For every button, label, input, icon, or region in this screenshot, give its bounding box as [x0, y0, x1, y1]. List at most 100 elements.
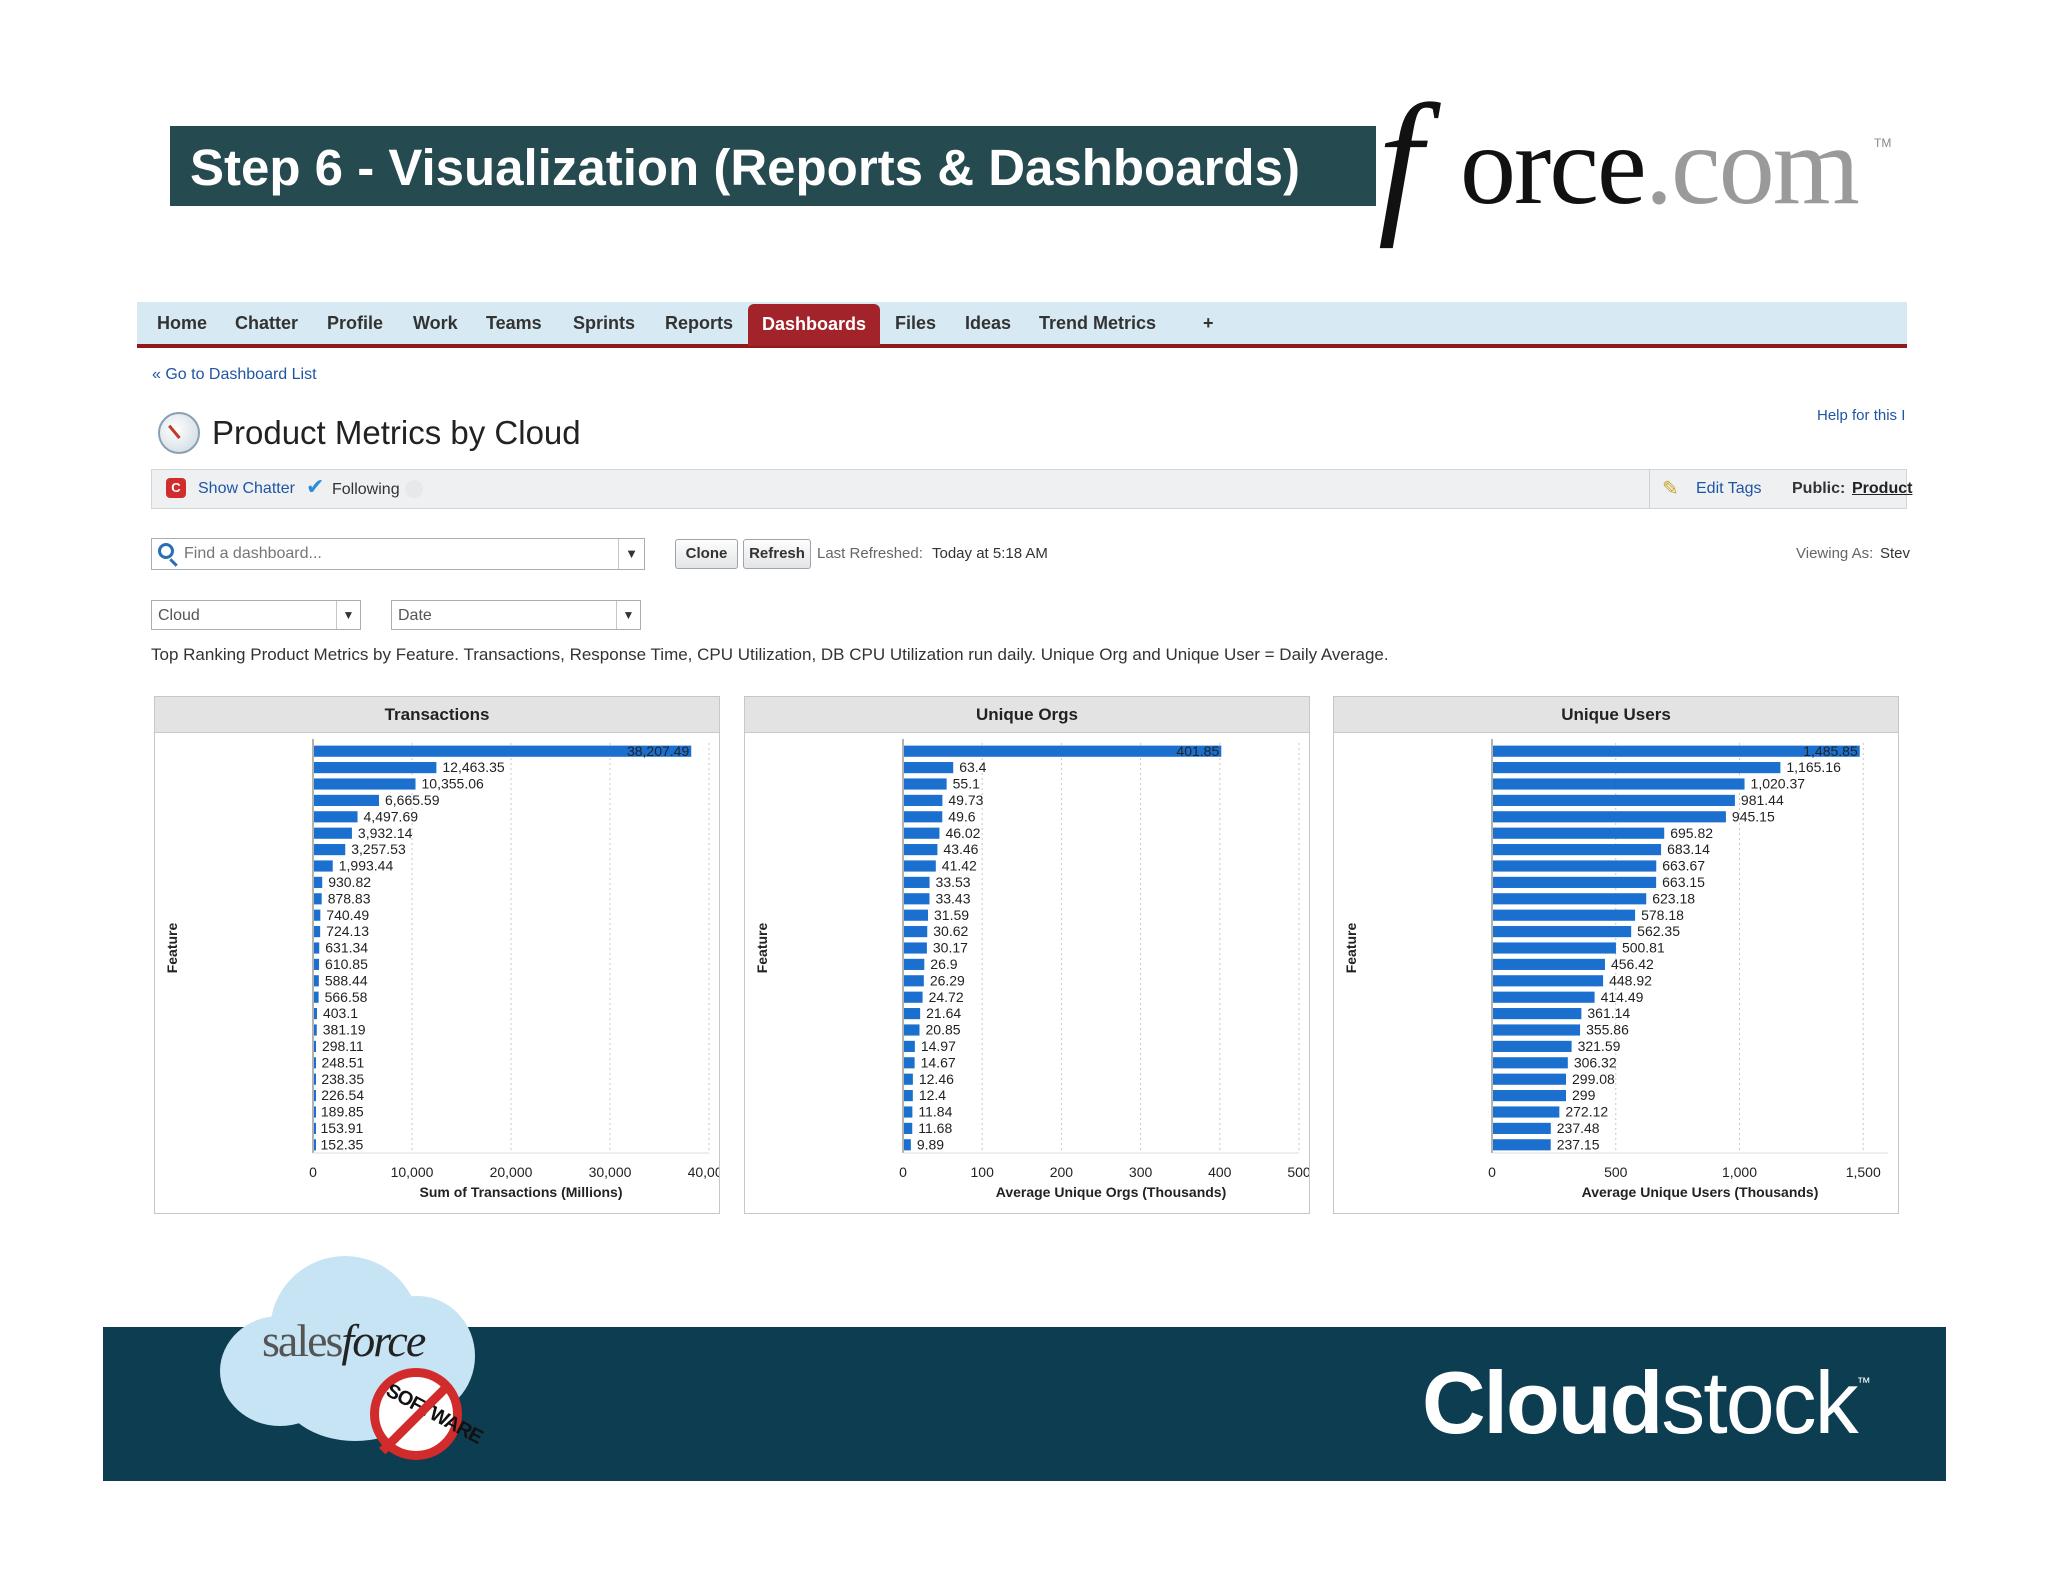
cloudstock-logo: Cloudstock™ [1422, 1352, 1871, 1454]
x-axis-label: Average Unique Users (Thousands) [1582, 1184, 1819, 1200]
chart-unique-users: 1,485.851,165.161,020.37981.44945.15 695.… [1343, 739, 1888, 1200]
nav-tab-dashboards[interactable]: Dashboards [748, 304, 881, 346]
data-label: 14.97 [921, 1038, 956, 1054]
data-label: 38,207.49 [627, 743, 689, 759]
checkmark-icon: ✔ [306, 474, 325, 499]
bar [1493, 942, 1616, 954]
bar [1493, 926, 1632, 938]
x-tick-label: 200 [1050, 1164, 1074, 1180]
bar [1493, 958, 1605, 970]
refresh-button[interactable]: Refresh [743, 539, 811, 569]
chart-panel-transactions: Transactions 38,207.49 12,463.35 10,355.06… [154, 696, 720, 1214]
data-label: 695.82 [1670, 825, 1713, 841]
cloud-filter-select[interactable]: Cloud ▼ [151, 600, 361, 630]
data-label: 21.64 [926, 1005, 961, 1021]
data-label: 41.42 [942, 858, 977, 874]
data-label: 33.53 [936, 874, 971, 890]
bar [314, 942, 320, 954]
chatter-icon: C [166, 478, 186, 498]
y-axis-label: Feature [164, 923, 180, 974]
bar [904, 762, 954, 774]
data-label: 272.12 [1565, 1104, 1608, 1120]
data-label: 456.42 [1611, 956, 1654, 972]
bar [904, 1106, 913, 1118]
nav-tab-teams[interactable]: Teams [472, 302, 556, 344]
title-banner: Step 6 - Visualization (Reports & Dashbo… [170, 126, 1376, 206]
x-tick-label: 20,000 [490, 1164, 533, 1180]
bar [904, 909, 929, 921]
dashboard-search: ▼ [151, 538, 645, 570]
slide: Step 6 - Visualization (Reports & Dashbo… [0, 0, 2048, 1582]
date-filter-select[interactable]: Date ▼ [391, 600, 641, 630]
x-tick-label: 0 [1488, 1164, 1496, 1180]
nav-tab-reports[interactable]: Reports [651, 302, 747, 344]
nav-tab-files[interactable]: Files [881, 302, 950, 344]
bar [1493, 1008, 1582, 1020]
bar [314, 844, 346, 856]
x-tick-label: 0 [899, 1164, 907, 1180]
nav-tab-chatter[interactable]: Chatter [221, 302, 312, 344]
data-label: 12.46 [919, 1071, 954, 1087]
dashboard-search-input[interactable] [184, 545, 604, 563]
clone-button[interactable]: Clone [675, 539, 738, 569]
data-label: 20.85 [926, 1022, 961, 1038]
bar [1493, 844, 1662, 856]
data-label: 11.84 [918, 1104, 952, 1120]
go-to-dashboard-list-link[interactable]: « Go to Dashboard List [152, 366, 317, 384]
bar [314, 1024, 317, 1036]
bar [904, 1073, 913, 1085]
data-label: 1,485.85 [1803, 743, 1858, 759]
data-label: 9.89 [917, 1136, 944, 1152]
data-label: 448.92 [1609, 972, 1652, 988]
chevron-down-icon[interactable]: ▼ [618, 539, 644, 569]
nav-tab-profile[interactable]: Profile [313, 302, 397, 344]
chart-title: Unique Users [1334, 697, 1898, 733]
data-label: 623.18 [1652, 890, 1695, 906]
bar [314, 1057, 316, 1069]
public-tag-link[interactable]: Product [1852, 480, 1912, 498]
salesforce-cloud-logo: salesforce SOFTWARE [210, 1256, 486, 1460]
bar [1493, 1122, 1551, 1134]
edit-tags-link[interactable]: Edit Tags [1696, 480, 1762, 498]
x-tick-label: 300 [1129, 1164, 1153, 1180]
nav-tab-trend-metrics[interactable]: Trend Metrics [1025, 302, 1170, 344]
bar [904, 778, 947, 790]
nav-tab-work[interactable]: Work [399, 302, 472, 344]
unfollow-icon[interactable] [405, 480, 423, 498]
bar [904, 1090, 913, 1102]
bar [314, 909, 321, 921]
data-label: 11.68 [918, 1120, 952, 1136]
data-label: 49.6 [948, 808, 975, 824]
data-label: 562.35 [1637, 923, 1680, 939]
data-label: 306.32 [1574, 1054, 1617, 1070]
x-tick-label: 0 [309, 1164, 317, 1180]
bar [904, 860, 936, 872]
bar [314, 1073, 316, 1085]
bar [1493, 794, 1735, 806]
bar [1493, 1057, 1568, 1069]
show-chatter-link[interactable]: Show Chatter [198, 480, 295, 498]
x-tick-label: 1,000 [1722, 1164, 1757, 1180]
data-label: 55.1 [953, 776, 980, 792]
bar [904, 745, 1222, 757]
bar [904, 1122, 913, 1134]
data-label: 63.4 [959, 759, 986, 775]
cloudstock-logo-tm: ™ [1856, 1374, 1871, 1390]
nav-add-tab-button[interactable]: + [1189, 302, 1228, 344]
data-label: 1,165.16 [1786, 759, 1841, 775]
nav-tab-sprints[interactable]: Sprints [559, 302, 649, 344]
viewing-as-value: Stev [1880, 545, 1911, 562]
data-label: 298.11 [322, 1038, 364, 1054]
data-label: 355.86 [1586, 1022, 1629, 1038]
data-label: 299 [1572, 1087, 1596, 1103]
nav-tab-ideas[interactable]: Ideas [951, 302, 1025, 344]
public-tag-label: Public: [1792, 480, 1846, 497]
data-label: 238.35 [321, 1071, 364, 1087]
bar [904, 844, 938, 856]
chart-title: Unique Orgs [745, 697, 1309, 733]
nav-tab-home[interactable]: Home [143, 302, 221, 344]
help-link[interactable]: Help for this I [1817, 407, 1905, 424]
bar [904, 893, 930, 905]
chatter-bar: C Show Chatter ✔ Following ✎ Edit Tags P… [151, 469, 1912, 509]
bar [904, 827, 940, 839]
